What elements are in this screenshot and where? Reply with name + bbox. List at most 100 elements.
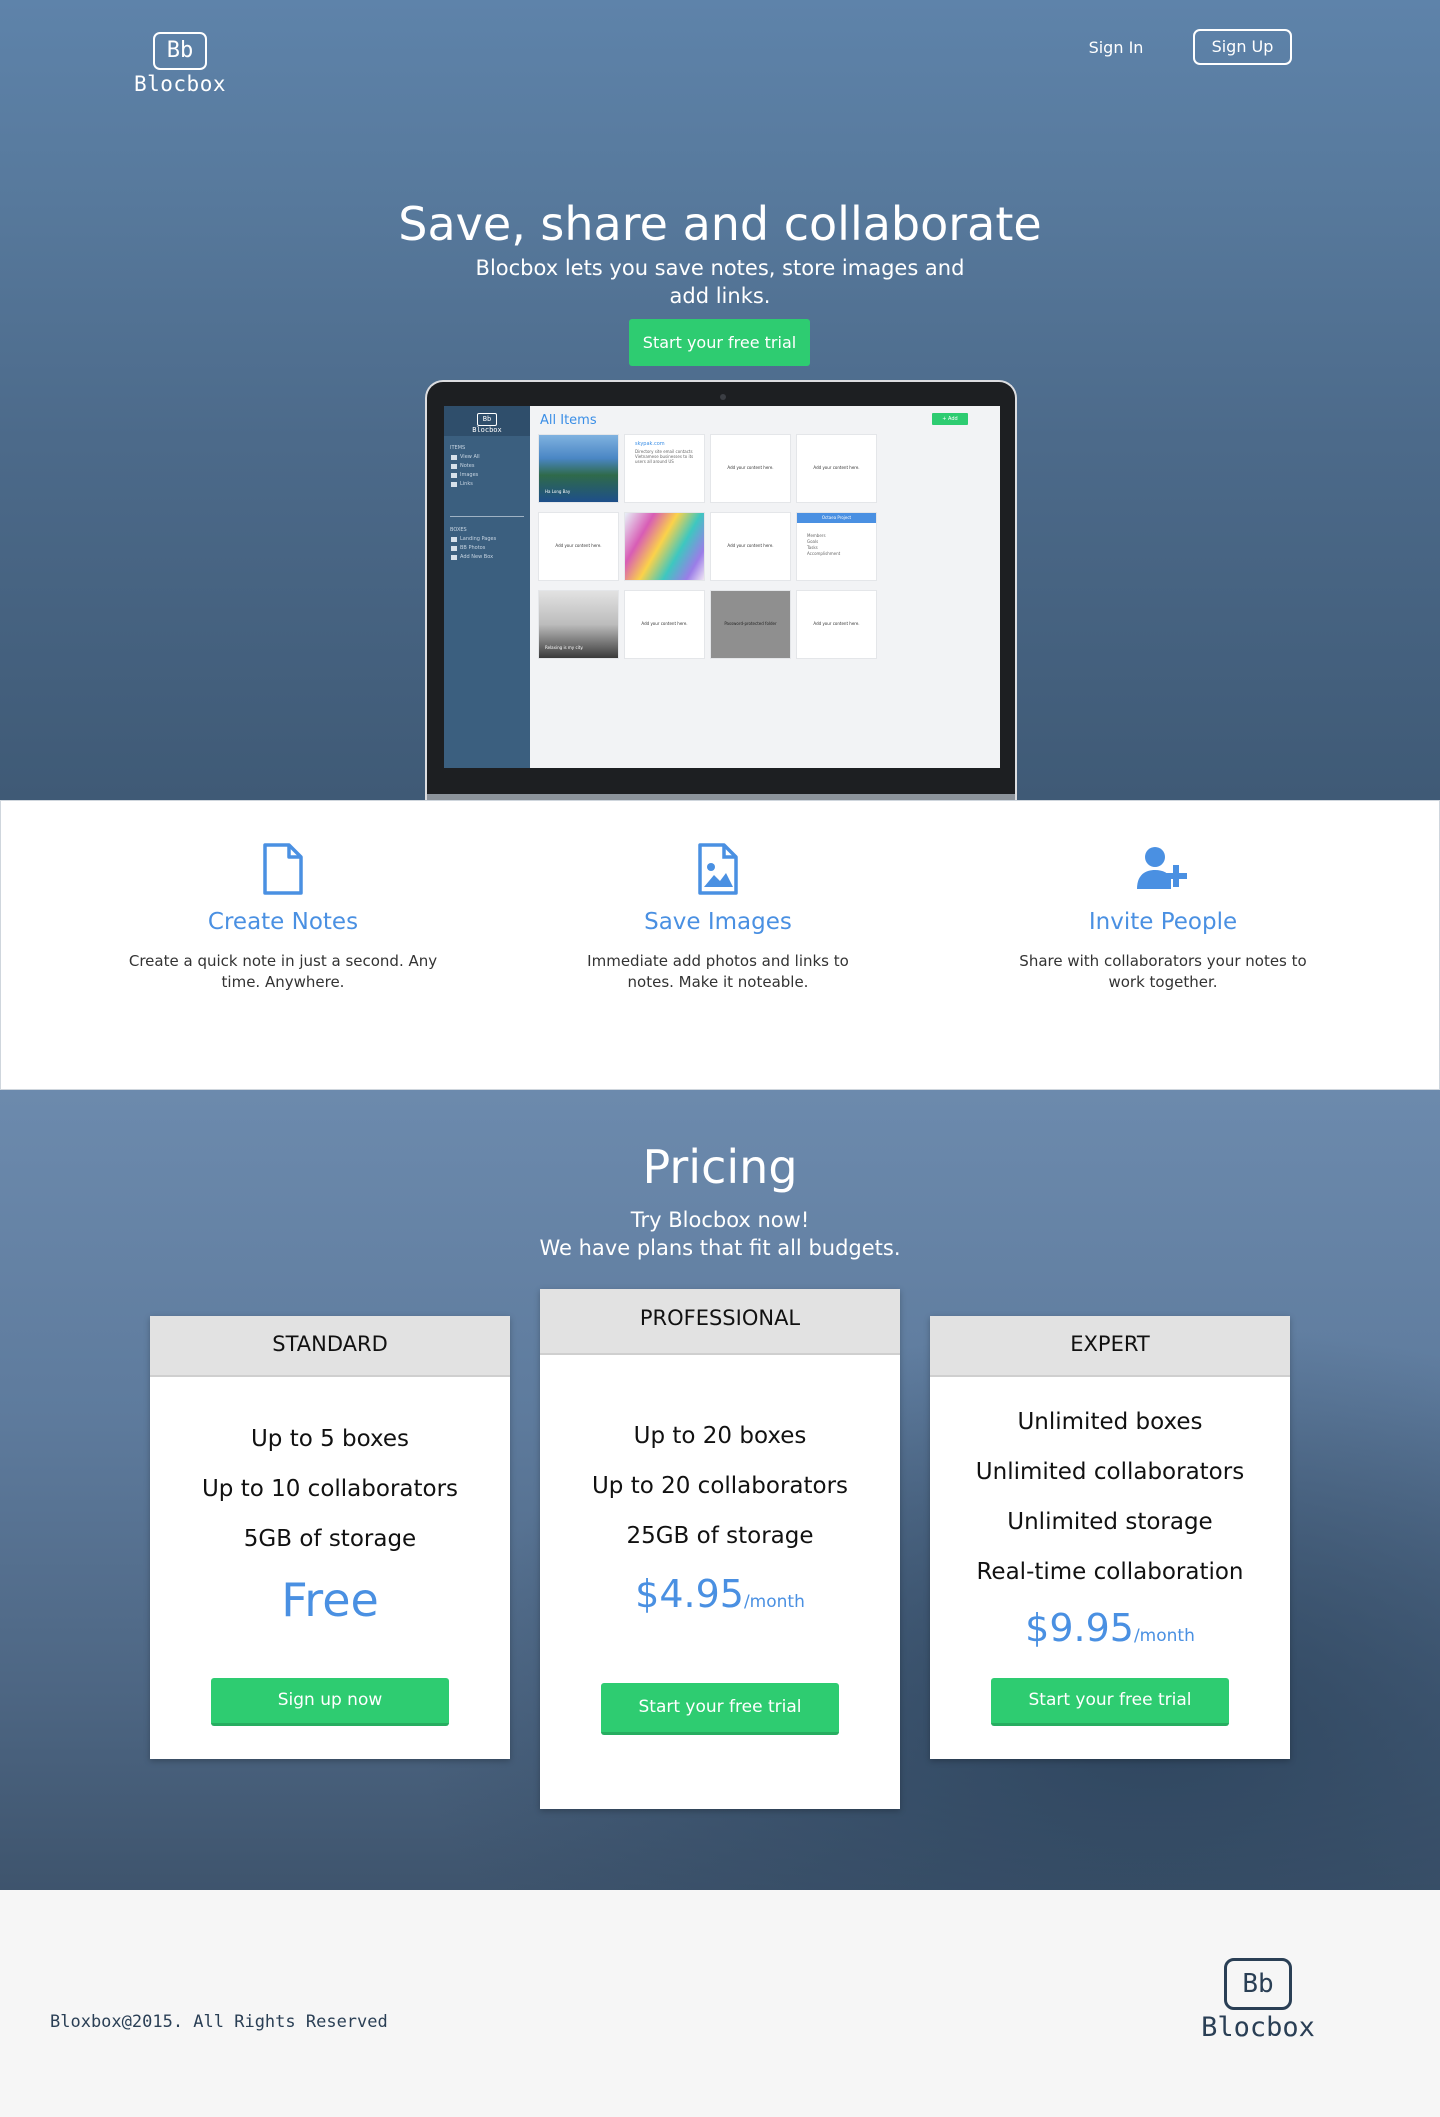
- feature-title: Invite People: [1088, 909, 1238, 935]
- plan-feature: Unlimited collaborators: [975, 1459, 1245, 1485]
- plan-price-amount: $4.95: [635, 1572, 744, 1616]
- app-card-placeholder: Add your content here.: [813, 621, 860, 626]
- logo-mark: Bb: [153, 32, 207, 70]
- app-card-placeholder: Add your content here.: [727, 543, 774, 548]
- plan-price: $4.95/month: [540, 1572, 900, 1616]
- copyright-text: Bloxbox@2015. All Rights Reserved: [50, 2012, 388, 2032]
- app-sidebar-items: ITEMS View All Notes Images Links: [450, 444, 480, 489]
- app-sidebar-item: View All: [450, 453, 480, 462]
- app-sidebar-heading: BOXES: [450, 527, 467, 533]
- plan-card-professional: PROFESSIONAL Up to 20 boxes Up to 20 col…: [540, 1289, 900, 1809]
- sign-in-link[interactable]: Sign In: [1080, 36, 1152, 60]
- app-title: All Items: [540, 413, 597, 428]
- app-sidebar-item: Add New Box: [450, 553, 496, 562]
- app-card-placeholder: Add your content here.: [555, 543, 602, 548]
- expert-free-trial-button[interactable]: Start your free trial: [991, 1678, 1229, 1726]
- app-main: All Items + Add Ha Long Bay skypak.com D…: [530, 406, 1000, 768]
- app-project-list: Members Goals Tasks Accomplishment: [807, 533, 840, 557]
- app-sidebar-item: Links: [450, 480, 480, 489]
- app-image-card: [624, 512, 705, 581]
- app-link-title: skypak.com: [635, 441, 665, 447]
- hero-free-trial-button[interactable]: Start your free trial: [629, 319, 810, 366]
- plan-name: PROFESSIONAL: [540, 1289, 900, 1355]
- header-logo[interactable]: Bb Blocbox: [128, 32, 232, 96]
- app-sidebar: Bb Blocbox ITEMS View All Notes Images L…: [444, 406, 530, 768]
- plan-price-period: /month: [1133, 1626, 1195, 1646]
- app-project-item: Accomplishment: [807, 551, 841, 556]
- pricing-subtitle-line: We have plans that fit all budgets.: [539, 1236, 901, 1260]
- plan-price: Free: [150, 1573, 510, 1627]
- app-folder-card: Password-protected folder: [710, 590, 791, 659]
- footer-logo-mark: Bb: [1224, 1958, 1292, 2010]
- plan-feature: Up to 20 collaborators: [591, 1473, 849, 1499]
- app-sidebar-item: Images: [450, 471, 480, 480]
- professional-free-trial-button[interactable]: Start your free trial: [601, 1683, 839, 1735]
- pricing-title: Pricing: [642, 1140, 798, 1194]
- laptop-camera: [720, 394, 726, 400]
- features-section: Create Notes Create a quick note in just…: [0, 800, 1440, 1090]
- pricing-section: Pricing Try Blocbox now! We have plans t…: [0, 1090, 1440, 1890]
- plan-price-amount: Free: [281, 1573, 379, 1627]
- app-card-placeholder: Add your content here.: [813, 465, 860, 470]
- plan-feature: 25GB of storage: [626, 1523, 814, 1549]
- plan-name: STANDARD: [150, 1316, 510, 1377]
- sign-up-now-button[interactable]: Sign up now: [211, 1678, 449, 1726]
- feature-create-notes: Create Notes Create a quick note in just…: [118, 801, 448, 1091]
- app-sidebar-heading: ITEMS: [450, 445, 466, 451]
- app-folder-label: Password-protected folder: [724, 621, 777, 626]
- app-add-button: + Add: [932, 413, 968, 425]
- laptop-mockup: Bb Blocbox ITEMS View All Notes Images L…: [425, 380, 1017, 800]
- footer-logo[interactable]: Bb Blocbox: [1186, 1958, 1330, 2043]
- feature-invite-people: Invite People Share with collaborators y…: [998, 801, 1328, 1091]
- plan-feature: Up to 20 boxes: [633, 1423, 807, 1449]
- app-logo-name: Blocbox: [472, 426, 502, 434]
- sign-up-button[interactable]: Sign Up: [1193, 29, 1292, 65]
- plan-feature: Unlimited storage: [1007, 1509, 1213, 1535]
- image-icon: [553, 843, 883, 899]
- plan-card-standard: STANDARD Up to 5 boxes Up to 10 collabor…: [150, 1316, 510, 1759]
- app-image-caption: Ha Long Bay: [545, 489, 571, 494]
- app-sidebar-divider: [450, 516, 524, 517]
- app-card-placeholder: Add your content here.: [641, 621, 688, 626]
- plan-name: EXPERT: [930, 1316, 1290, 1377]
- app-empty-card: Add your content here.: [710, 512, 791, 581]
- app-sidebar-boxes: BOXES Landing Pages BB Photos Add New Bo…: [450, 526, 496, 562]
- app-empty-card: Add your content here.: [710, 434, 791, 503]
- plan-card-expert: EXPERT Unlimited boxes Unlimited collabo…: [930, 1316, 1290, 1759]
- app-card-placeholder: Add your content here.: [727, 465, 774, 470]
- app-empty-card: Add your content here.: [624, 590, 705, 659]
- hero-title: Save, share and collaborate: [398, 197, 1042, 251]
- app-screenshot: Bb Blocbox ITEMS View All Notes Images L…: [444, 406, 1000, 768]
- app-image-caption: Relaxing is my city.: [545, 645, 584, 650]
- app-sidebar-item: BB Photos: [450, 544, 496, 553]
- feature-text: Immediate add photos and links to notes.…: [587, 952, 849, 991]
- feature-text: Create a quick note in just a second. An…: [128, 952, 438, 991]
- app-image-card: Relaxing is my city.: [538, 590, 619, 659]
- hero-section: Bb Blocbox Sign In Sign Up Save, share a…: [0, 0, 1440, 800]
- pricing-subtitle: Try Blocbox now! We have plans that fit …: [420, 1206, 1020, 1262]
- app-empty-card: Add your content here.: [796, 434, 877, 503]
- feature-title: Save Images: [644, 909, 792, 935]
- app-project-title: Octaea Project: [797, 513, 876, 523]
- app-project-card: Octaea Project Members Goals Tasks Accom…: [796, 512, 877, 581]
- footer: Bloxbox@2015. All Rights Reserved Bb Blo…: [0, 1890, 1440, 2117]
- app-image-card: Ha Long Bay: [538, 434, 619, 503]
- plan-feature: Up to 5 boxes: [250, 1426, 410, 1452]
- app-logo: Bb Blocbox: [444, 406, 530, 436]
- plan-feature: 5GB of storage: [243, 1526, 417, 1552]
- feature-text: Share with collaborators your notes to w…: [1019, 952, 1307, 991]
- footer-logo-name: Blocbox: [1201, 2012, 1315, 2043]
- plan-feature: Unlimited boxes: [1017, 1409, 1203, 1435]
- app-link-text: Directory site email contacts Vietnamese…: [635, 449, 694, 464]
- app-empty-card: Add your content here.: [796, 590, 877, 659]
- app-sidebar-item: Notes: [450, 462, 480, 471]
- feature-title: Create Notes: [207, 909, 359, 935]
- app-empty-card: Add your content here.: [538, 512, 619, 581]
- app-sidebar-item: Landing Pages: [450, 535, 496, 544]
- logo-name: Blocbox: [133, 72, 226, 96]
- plan-feature: Real-time collaboration: [976, 1559, 1244, 1585]
- plan-price-period: /month: [743, 1592, 805, 1612]
- hero-subtitle: Blocbox lets you save notes, store image…: [475, 256, 965, 308]
- plan-price-amount: $9.95: [1025, 1606, 1134, 1650]
- add-user-icon: [998, 843, 1328, 899]
